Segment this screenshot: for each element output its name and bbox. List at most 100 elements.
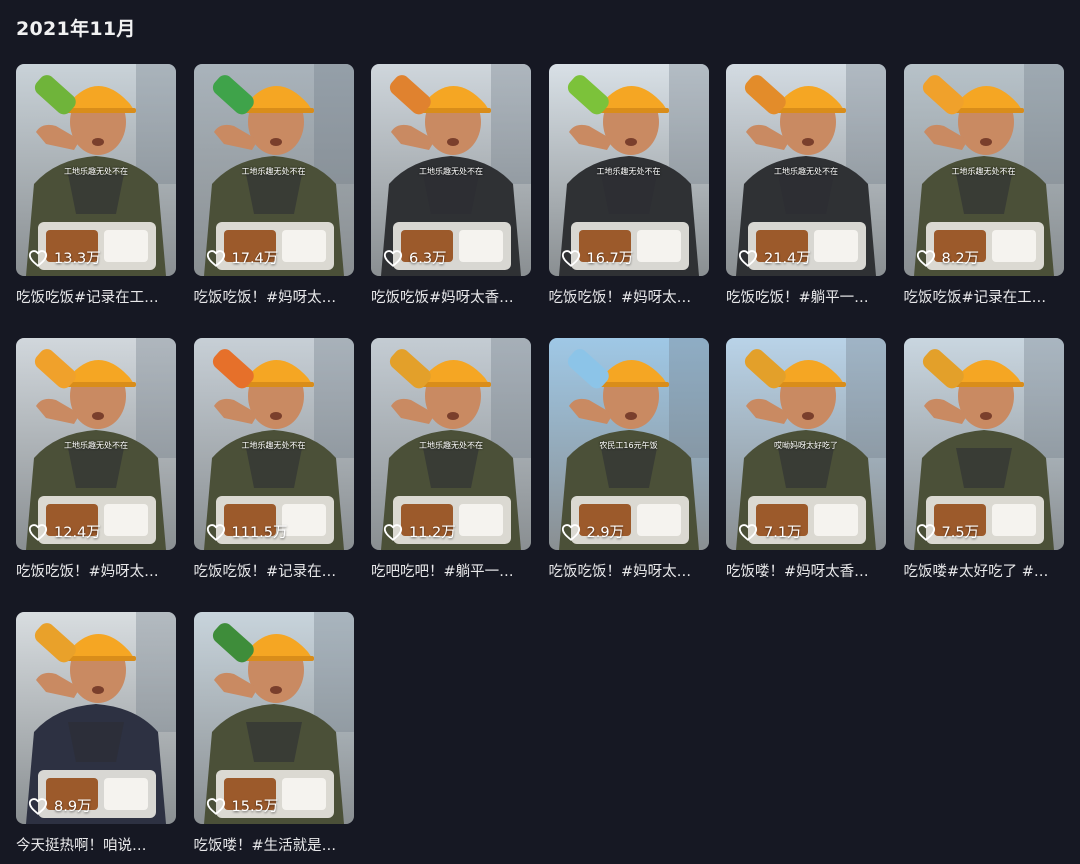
heart-icon — [28, 249, 48, 267]
video-caption[interactable]: 吃饭吃饭！#妈呀太… — [549, 288, 709, 308]
heart-icon — [28, 523, 48, 541]
video-overlay-text: 工地乐趣无处不在 — [596, 167, 661, 176]
video-thumbnail[interactable]: 工地乐趣无处不在 111.5万 — [193, 338, 354, 550]
thumbnail-image — [16, 612, 176, 824]
video-card[interactable]: 7.5万吃饭喽#太好吃了 #… — [903, 338, 1064, 612]
video-overlay-text: 工地乐趣无处不在 — [419, 441, 483, 450]
like-count: 17.4万 — [206, 247, 279, 268]
heart-icon — [738, 523, 758, 541]
video-thumbnail[interactable]: 工地乐趣无处不在 16.7万 — [548, 64, 709, 276]
video-thumbnail[interactable]: 工地乐趣无处不在 17.4万 — [193, 64, 354, 276]
video-card[interactable]: 工地乐趣无处不在 6.3万吃饭吃饭#妈呀太香… — [371, 64, 531, 338]
month-section-title: 2021年11月 — [16, 18, 136, 40]
video-thumbnail[interactable]: 工地乐趣无处不在 12.4万 — [16, 338, 176, 550]
video-card[interactable]: 工地乐趣无处不在 21.4万吃饭吃饭！#躺平一… — [726, 64, 886, 338]
like-count-label: 11.2万 — [409, 525, 456, 541]
video-card[interactable]: 8.9万今天挺热啊！咱说… — [16, 612, 176, 864]
heart-icon — [916, 249, 935, 267]
video-thumbnail[interactable]: 7.5万 — [903, 338, 1064, 550]
video-overlay-text: 工地乐趣无处不在 — [419, 167, 483, 176]
video-grid: 工地乐趣无处不在 13.3万吃饭吃饭#记录在工… 工地乐趣无处不在 17.4万吃饭吃饭… — [16, 64, 1064, 864]
video-caption[interactable]: 吃饭吃饭！#妈呀太… — [194, 288, 354, 308]
video-thumbnail[interactable]: 15.5万 — [193, 612, 354, 824]
like-count: 11.2万 — [383, 521, 456, 542]
video-card[interactable]: 工地乐趣无处不在 12.4万吃饭吃饭！#妈呀太… — [16, 338, 176, 612]
video-overlay-text: 哎呦妈呀太好吃了 — [774, 441, 838, 450]
like-count: 15.5万 — [206, 795, 279, 816]
like-count-label: 8.2万 — [941, 251, 980, 267]
heart-icon — [561, 249, 580, 267]
like-count: 8.2万 — [916, 247, 980, 268]
video-card[interactable]: 工地乐趣无处不在 16.7万吃饭吃饭！#妈呀太… — [548, 64, 709, 338]
video-collection-page: 2021年11月 工地乐趣无处不在 13.3万 吃饭吃饭#记录在工… 工地乐趣无处不在… — [0, 0, 1080, 864]
video-caption[interactable]: 吃饭吃饭！#记录在… — [194, 562, 354, 582]
video-caption[interactable]: 吃饭吃饭！#妈呀太… — [16, 562, 176, 582]
video-caption[interactable]: 吃饭吃饭#妈呀太香… — [371, 288, 531, 308]
like-count-label: 2.9万 — [586, 525, 625, 541]
thumbnail-image — [903, 338, 1064, 550]
like-count: 7.1万 — [738, 521, 802, 542]
video-caption[interactable]: 吃饭吃饭！#妈呀太… — [549, 562, 709, 582]
video-caption[interactable]: 吃饭喽！#妈呀太香… — [726, 562, 886, 582]
like-count: 111.5万 — [206, 521, 288, 542]
like-count: 16.7万 — [561, 247, 634, 268]
video-caption[interactable]: 吃饭喽！#生活就是… — [194, 836, 354, 856]
heart-icon — [916, 523, 935, 541]
video-card[interactable]: 15.5万吃饭喽！#生活就是… — [193, 612, 354, 864]
video-thumbnail[interactable]: 工地乐趣无处不在 6.3万 — [371, 64, 531, 276]
like-count-label: 17.4万 — [231, 251, 279, 267]
video-card[interactable]: 工地乐趣无处不在 13.3万吃饭吃饭#记录在工… — [16, 64, 176, 338]
heart-icon — [738, 249, 758, 267]
heart-icon — [383, 249, 403, 267]
video-thumbnail[interactable]: 农民工16元午饭 2.9万 — [548, 338, 709, 550]
like-count: 13.3万 — [28, 247, 101, 268]
heart-icon — [206, 523, 225, 541]
video-thumbnail[interactable]: 工地乐趣无处不在 21.4万 — [726, 64, 886, 276]
like-count-label: 12.4万 — [54, 525, 101, 541]
video-card[interactable]: 工地乐趣无处不在 111.5万吃饭吃饭！#记录在… — [193, 338, 354, 612]
heart-icon — [383, 523, 403, 541]
video-card[interactable]: 哎呦妈呀太好吃了 7.1万吃饭喽！#妈呀太香… — [726, 338, 886, 612]
like-count-label: 111.5万 — [231, 525, 288, 541]
video-caption[interactable]: 吃饭吃饭！#躺平一… — [726, 288, 886, 308]
like-count-label: 15.5万 — [231, 799, 279, 815]
like-count-label: 21.4万 — [764, 251, 811, 267]
video-card[interactable]: 工地乐趣无处不在 8.2万吃饭吃饭#记录在工… — [903, 64, 1064, 338]
heart-icon — [206, 797, 225, 815]
thumbnail-image — [193, 612, 354, 824]
heart-icon — [561, 523, 580, 541]
like-count-label: 13.3万 — [54, 251, 101, 267]
video-overlay-text: 工地乐趣无处不在 — [241, 441, 306, 450]
like-count-label: 6.3万 — [409, 251, 447, 267]
like-count-label: 7.1万 — [764, 525, 802, 541]
like-count: 7.5万 — [916, 521, 980, 542]
like-count-label: 16.7万 — [586, 251, 634, 267]
like-count-label: 7.5万 — [941, 525, 980, 541]
video-caption[interactable]: 今天挺热啊！咱说… — [16, 836, 176, 856]
like-count-label: 8.9万 — [54, 799, 92, 815]
heart-icon — [28, 797, 48, 815]
video-caption[interactable]: 吃饭吃饭#记录在工… — [904, 288, 1064, 308]
video-thumbnail[interactable]: 工地乐趣无处不在 13.3万 — [16, 64, 176, 276]
video-caption[interactable]: 吃饭喽#太好吃了 #… — [904, 562, 1064, 582]
video-thumbnail[interactable]: 工地乐趣无处不在 11.2万 — [371, 338, 531, 550]
video-card[interactable]: 工地乐趣无处不在 11.2万吃吧吃吧！#躺平一… — [371, 338, 531, 612]
video-overlay-text: 工地乐趣无处不在 — [951, 167, 1016, 176]
video-thumbnail[interactable]: 哎呦妈呀太好吃了 7.1万 — [726, 338, 886, 550]
like-count: 6.3万 — [383, 247, 447, 268]
video-caption[interactable]: 吃吧吃吧！#躺平一… — [371, 562, 531, 582]
video-overlay-text: 工地乐趣无处不在 — [774, 167, 838, 176]
video-card[interactable]: 工地乐趣无处不在 17.4万吃饭吃饭！#妈呀太… — [193, 64, 354, 338]
video-overlay-text: 工地乐趣无处不在 — [241, 167, 306, 176]
video-caption[interactable]: 吃饭吃饭#记录在工… — [16, 288, 176, 308]
video-overlay-text: 农民工16元午饭 — [599, 441, 658, 450]
like-count: 8.9万 — [28, 795, 92, 816]
video-overlay-text: 工地乐趣无处不在 — [64, 441, 128, 450]
heart-icon — [206, 249, 225, 267]
video-thumbnail[interactable]: 8.9万 — [16, 612, 176, 824]
video-overlay-text: 工地乐趣无处不在 — [64, 167, 128, 176]
video-thumbnail[interactable]: 工地乐趣无处不在 8.2万 — [903, 64, 1064, 276]
video-card[interactable]: 农民工16元午饭 2.9万吃饭吃饭！#妈呀太… — [548, 338, 709, 612]
like-count: 2.9万 — [561, 521, 625, 542]
like-count: 21.4万 — [738, 247, 811, 268]
